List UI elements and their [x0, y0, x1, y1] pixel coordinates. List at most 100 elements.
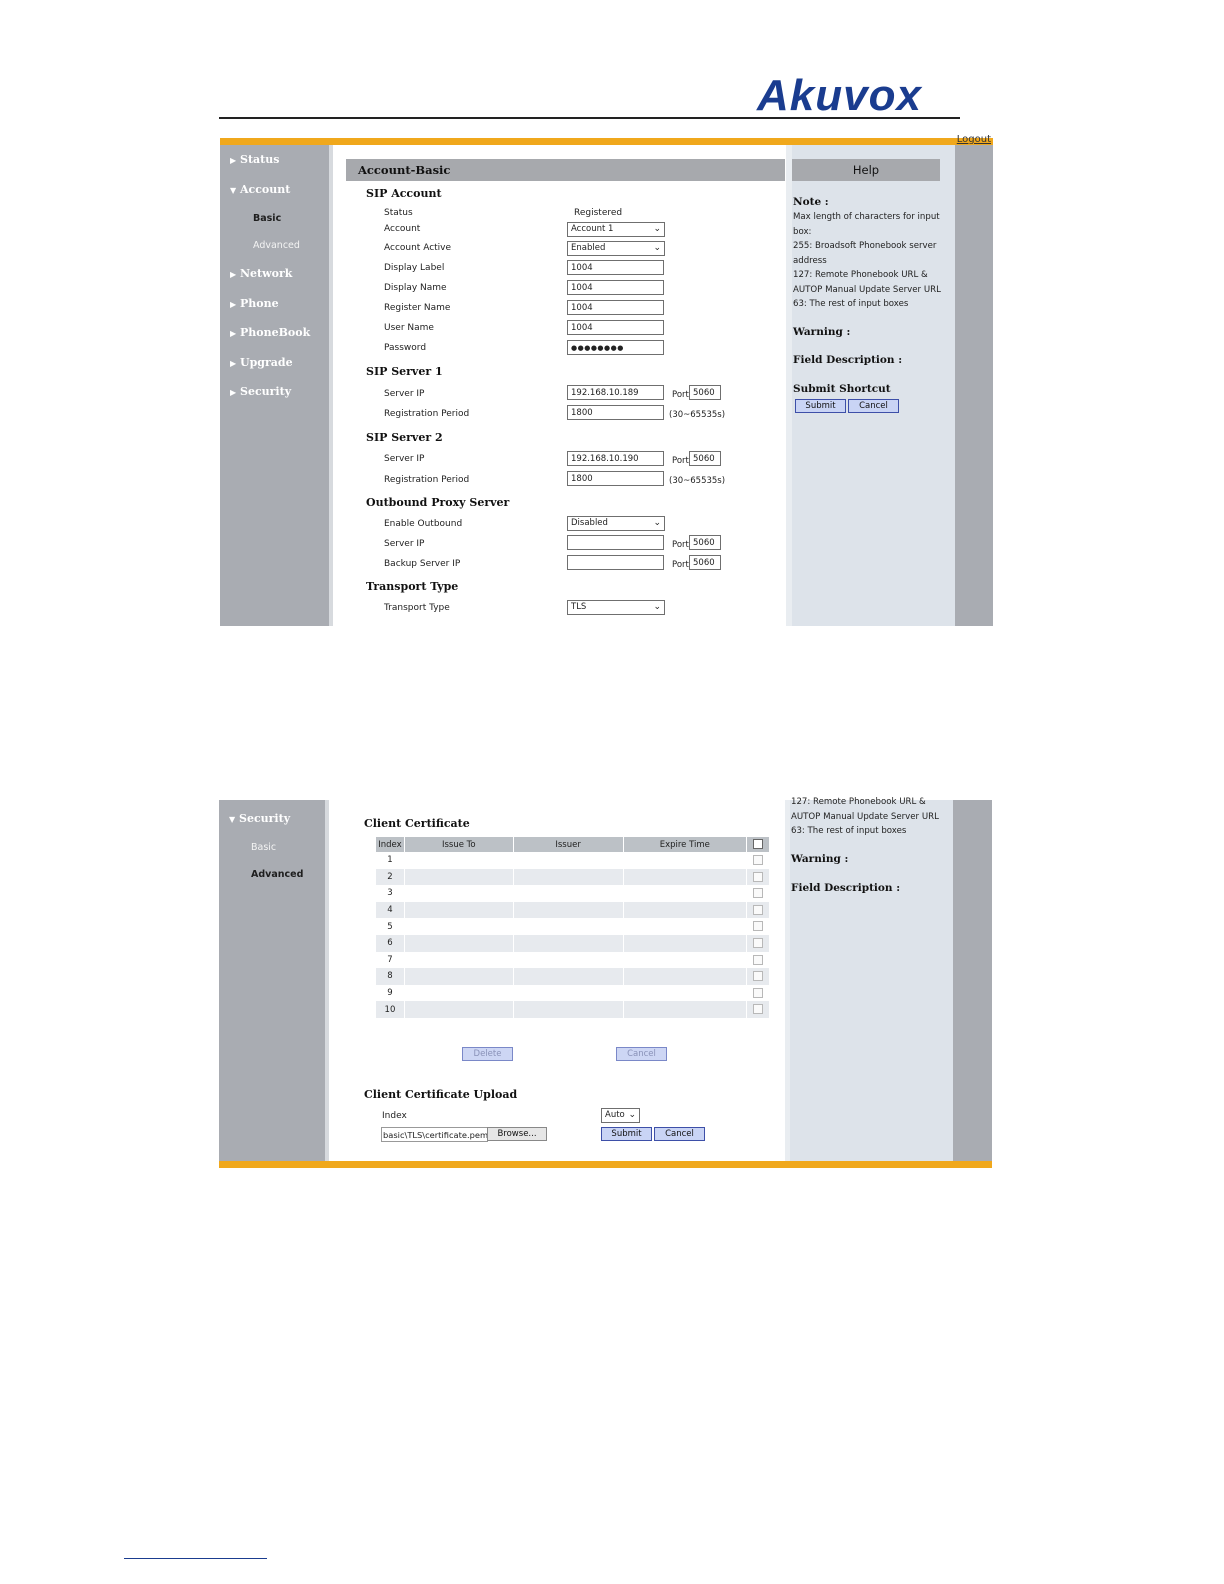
server1-port-input[interactable]: 5060 [689, 385, 721, 400]
help-cancel-button[interactable]: Cancel [848, 399, 899, 413]
server1-reg-period-range: (30~65535s) [669, 410, 726, 420]
footer-link-underline[interactable] [124, 1558, 267, 1559]
server2-port-label: Port [672, 456, 689, 466]
server2-port-input[interactable]: 5060 [689, 451, 721, 466]
nav-item-security[interactable]: ▼ Security [229, 812, 290, 825]
transport-type-label: Transport Type [384, 603, 450, 613]
chevron-down-icon: ⌄ [653, 518, 661, 528]
caret-down-icon: ▼ [229, 814, 236, 824]
section-sip-server-2: SIP Server 2 [366, 431, 443, 444]
file-path-input[interactable]: basic\TLS\certificate.pem [381, 1127, 488, 1142]
account-select[interactable]: Account 1 ⌄ [567, 222, 665, 237]
caret-right-icon: ▶ [230, 155, 237, 165]
server1-reg-period-label: Registration Period [384, 409, 470, 419]
password-input[interactable]: ●●●●●●●● [567, 340, 664, 355]
section-outbound-proxy: Outbound Proxy Server [366, 496, 510, 509]
upload-index-select[interactable]: Auto ⌄ [601, 1108, 640, 1123]
caret-right-icon: ▶ [230, 269, 237, 279]
table-row: 6 [376, 934, 769, 952]
outbound-server-ip-label: Server IP [384, 539, 425, 549]
browse-button[interactable]: Browse... [487, 1127, 547, 1141]
nav-item-phonebook[interactable]: ▶ PhoneBook [230, 326, 310, 339]
row-index: 5 [376, 918, 405, 935]
display-label-label: Display Label [384, 263, 445, 273]
user-name-input[interactable]: 1004 [567, 320, 664, 335]
server2-ip-label: Server IP [384, 454, 425, 464]
delete-button[interactable]: Delete [462, 1047, 513, 1061]
help-submit-button[interactable]: Submit [795, 399, 846, 413]
row-checkbox[interactable] [753, 871, 764, 882]
server1-reg-period-input[interactable]: 1800 [567, 405, 664, 420]
row-checkbox[interactable] [753, 888, 764, 899]
nav-item-upgrade[interactable]: ▶ Upgrade [230, 356, 293, 369]
nav-sub-advanced[interactable]: Advanced [251, 869, 303, 880]
server2-ip-input[interactable]: 192.168.10.190 [567, 451, 664, 466]
help-warning-heading: Warning : [793, 326, 851, 338]
outbound-port-input[interactable]: 5060 [689, 535, 721, 550]
nav-sub-advanced[interactable]: Advanced [253, 240, 300, 251]
table-row: 3 [376, 885, 769, 902]
row-checkbox[interactable] [753, 904, 764, 915]
server2-reg-period-input[interactable]: 1800 [567, 471, 664, 486]
nav-sub-basic[interactable]: Basic [251, 842, 276, 853]
server1-port-label: Port [672, 390, 689, 400]
header-rule [219, 117, 960, 119]
section-sip-account: SIP Account [366, 187, 442, 200]
nav-item-phone[interactable]: ▶ Phone [230, 297, 279, 310]
row-index: 7 [376, 951, 405, 969]
row-checkbox[interactable] [753, 1004, 764, 1015]
outbound-port-label: Port [672, 540, 689, 550]
backup-port-input[interactable]: 5060 [689, 555, 721, 570]
nav-sub-basic[interactable]: Basic [253, 213, 281, 224]
nav-item-status[interactable]: ▶ Status [230, 153, 279, 166]
upload-submit-button[interactable]: Submit [601, 1127, 652, 1141]
password-label: Password [384, 343, 427, 353]
caret-right-icon: ▶ [230, 299, 237, 309]
help-note-text: 127: Remote Phonebook URL & AUTOP Manual… [791, 797, 939, 836]
transport-type-select[interactable]: TLS ⌄ [567, 600, 665, 615]
row-checkbox[interactable] [753, 987, 764, 998]
display-name-label: Display Name [384, 283, 447, 293]
row-checkbox[interactable] [753, 855, 764, 866]
outbound-server-ip-input[interactable] [567, 535, 664, 550]
enable-outbound-select[interactable]: Disabled ⌄ [567, 516, 665, 531]
table-row: 9 [376, 984, 769, 1002]
row-checkbox[interactable] [753, 954, 764, 965]
help-field-description-heading: Field Description : [791, 882, 901, 894]
row-checkbox[interactable] [753, 921, 764, 932]
register-name-input[interactable]: 1004 [567, 300, 664, 315]
table-cancel-button[interactable]: Cancel [616, 1047, 667, 1061]
upload-index-label: Index [382, 1111, 407, 1121]
status-label: Status [384, 208, 413, 218]
help-field-description-heading: Field Description : [793, 354, 903, 366]
row-index: 6 [376, 934, 405, 952]
section-client-certificate: Client Certificate [364, 817, 470, 830]
chevron-down-icon: ⌄ [653, 602, 661, 612]
display-label-input[interactable]: 1004 [567, 260, 664, 275]
server1-ip-label: Server IP [384, 389, 425, 399]
caret-right-icon: ▶ [230, 387, 237, 397]
nav-item-security[interactable]: ▶ Security [230, 385, 291, 398]
right-gutter [955, 145, 993, 626]
row-index: 4 [376, 901, 405, 919]
select-all-checkbox[interactable] [753, 839, 764, 850]
chevron-down-icon: ⌄ [628, 1110, 636, 1120]
section-client-certificate-upload: Client Certificate Upload [364, 1088, 518, 1101]
nav-item-account[interactable]: ▼ Account [230, 183, 290, 196]
account-active-select[interactable]: Enabled ⌄ [567, 241, 665, 256]
backup-server-ip-input[interactable] [567, 555, 664, 570]
row-checkbox[interactable] [753, 971, 764, 982]
help-submit-shortcut-heading: Submit Shortcut [793, 383, 891, 395]
table-row: 5 [376, 918, 769, 935]
server2-reg-period-label: Registration Period [384, 475, 470, 485]
display-name-input[interactable]: 1004 [567, 280, 664, 295]
backup-server-ip-label: Backup Server IP [384, 559, 461, 569]
nav-item-network[interactable]: ▶ Network [230, 267, 292, 280]
account-active-label: Account Active [384, 243, 452, 253]
chevron-down-icon: ⌄ [653, 224, 661, 234]
server1-ip-input[interactable]: 192.168.10.189 [567, 385, 664, 400]
upload-cancel-button[interactable]: Cancel [654, 1127, 705, 1141]
logout-link[interactable]: Logout [957, 134, 991, 145]
row-checkbox[interactable] [753, 938, 764, 949]
section-transport-type: Transport Type [366, 580, 459, 593]
